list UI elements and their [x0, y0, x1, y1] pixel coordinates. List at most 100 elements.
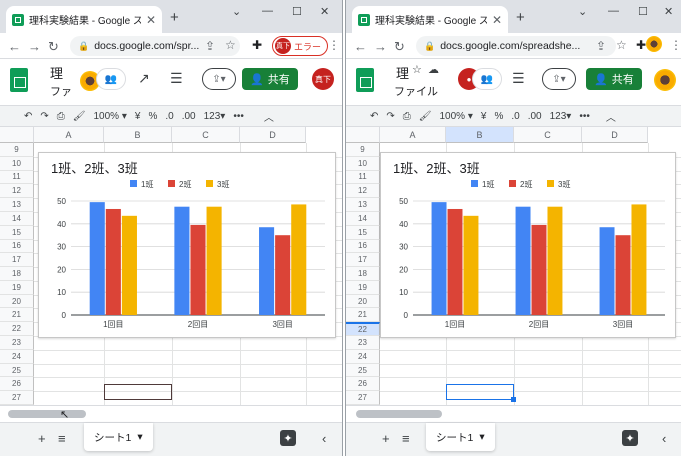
puzzle-icon[interactable]: ✚ — [252, 38, 262, 52]
plus-icon[interactable]: + — [516, 9, 525, 26]
column-header[interactable]: B — [104, 127, 172, 143]
maximize-icon[interactable]: ☐ — [292, 5, 302, 18]
paint-format-icon[interactable]: 🖌 — [419, 111, 432, 122]
all-sheets-icon[interactable]: ≡ — [402, 431, 410, 446]
sheet-grid[interactable]: A B C D 9 10 11 12 13 14 15 16 17 18 19 20 21 22 23 24 25 26 2… — [0, 127, 342, 406]
print-icon[interactable]: ⎙ — [403, 111, 411, 122]
sheets-logo-icon[interactable] — [356, 68, 374, 92]
share-button[interactable]: 👤 共有 — [586, 68, 642, 90]
share-button[interactable]: 👤 共有 — [242, 68, 298, 90]
comment-history-button[interactable]: 👥 — [472, 68, 502, 90]
row-header[interactable]: 19 — [0, 280, 34, 295]
redo-icon[interactable]: ↷ — [40, 111, 48, 122]
column-header[interactable]: D — [240, 127, 306, 143]
window-close-icon[interactable]: ✕ — [664, 5, 673, 18]
chevron-down-icon[interactable]: ⌄ — [578, 5, 587, 18]
row-header[interactable]: 17 — [346, 253, 380, 268]
zoom-select[interactable]: 100% ▾ — [439, 111, 472, 122]
plus-icon[interactable]: + — [170, 9, 179, 26]
row-header[interactable]: 16 — [0, 239, 34, 254]
number-format-button[interactable]: 123▾ — [204, 111, 226, 122]
row-header[interactable]: 24 — [346, 349, 380, 364]
row-header[interactable]: 24 — [0, 349, 34, 364]
paint-format-icon[interactable]: 🖌 — [73, 111, 86, 122]
row-header[interactable]: 18 — [0, 267, 34, 281]
profile-error-button[interactable]: 真下 エラー — [272, 36, 329, 56]
row-header[interactable]: 27 — [0, 391, 34, 405]
minimize-icon[interactable]: — — [608, 5, 619, 17]
row-header[interactable]: 21 — [346, 308, 380, 323]
undo-icon[interactable]: ↶ — [24, 111, 32, 122]
more-icon[interactable]: ••• — [233, 111, 244, 122]
doc-title[interactable]: 理 — [50, 63, 63, 82]
column-header[interactable]: D — [582, 127, 648, 143]
row-header[interactable]: 20 — [346, 294, 380, 309]
url-field[interactable]: 🔒 docs.google.com/spreadshe... — [416, 36, 616, 56]
star-icon[interactable]: ☆ — [225, 38, 236, 52]
comment-history-button[interactable]: 👥 — [96, 68, 126, 90]
share-page-icon[interactable]: ⇪ — [596, 39, 606, 53]
star-icon[interactable]: ☆ — [616, 38, 627, 52]
row-header[interactable]: 13 — [0, 198, 34, 212]
row-header[interactable]: 21 — [0, 308, 34, 323]
window-close-icon[interactable]: ✕ — [320, 5, 329, 18]
row-header[interactable]: 25 — [0, 363, 34, 378]
forward-arrow-icon[interactable]: → — [28, 39, 41, 54]
row-header[interactable]: 16 — [346, 239, 380, 254]
back-arrow-icon[interactable]: ← — [354, 39, 367, 54]
doc-title[interactable]: 理 — [396, 63, 409, 82]
share-page-icon[interactable]: ⇪ — [205, 39, 215, 53]
decimal-decrease-button[interactable]: .0 — [511, 111, 519, 122]
puzzle-icon[interactable]: ✚ — [636, 38, 646, 52]
row-header[interactable]: 22 — [0, 322, 34, 337]
decimal-decrease-button[interactable]: .0 — [165, 111, 173, 122]
row-header[interactable]: 20 — [0, 294, 34, 309]
browser-tab[interactable]: 理科実験結果 - Google スプレッドシ ✕ — [6, 6, 162, 33]
sheet-tab[interactable]: シート1 ▾ — [84, 423, 153, 451]
row-header[interactable]: 27 — [346, 391, 380, 405]
more-icon[interactable]: ••• — [579, 111, 590, 122]
add-sheet-icon[interactable]: + — [382, 431, 390, 446]
row-header[interactable]: 14 — [346, 211, 380, 226]
chevron-up-icon[interactable]: ︿ — [606, 109, 616, 124]
decimal-increase-button[interactable]: .00 — [528, 111, 542, 122]
currency-button[interactable]: ¥ — [135, 111, 141, 122]
selected-cell[interactable] — [104, 384, 172, 400]
chevron-down-icon[interactable]: ⌄ — [232, 5, 241, 18]
minimize-icon[interactable]: — — [262, 5, 273, 17]
row-header[interactable]: 15 — [346, 225, 380, 240]
zoom-select[interactable]: 100% ▾ — [93, 111, 126, 122]
row-header[interactable]: 12 — [0, 184, 34, 199]
currency-button[interactable]: ¥ — [481, 111, 487, 122]
redo-icon[interactable]: ↷ — [386, 111, 394, 122]
row-header[interactable]: 10 — [346, 156, 380, 171]
explore-icon[interactable]: ✦ — [622, 430, 638, 446]
close-icon[interactable]: ✕ — [146, 13, 156, 27]
explore-icon[interactable]: ✦ — [280, 430, 296, 446]
row-header[interactable]: 22 — [346, 322, 380, 337]
row-header[interactable]: 13 — [346, 198, 380, 212]
horizontal-scrollbar[interactable] — [346, 405, 681, 422]
account-avatar[interactable]: 真下 — [312, 68, 334, 90]
row-header[interactable]: 10 — [0, 156, 34, 171]
sheet-grid[interactable]: A B C D 9 10 11 12 13 14 15 16 17 18 19 20 21 22 23 24 25 26 2… — [346, 127, 681, 406]
kebab-menu-icon[interactable]: ⋮ — [328, 38, 340, 52]
column-header[interactable]: A — [380, 127, 446, 143]
add-sheet-icon[interactable]: + — [38, 431, 46, 446]
row-header[interactable]: 11 — [0, 170, 34, 185]
row-header[interactable]: 9 — [0, 143, 34, 157]
browser-tab[interactable]: 理科実験結果 - Google スプレッドシ ✕ — [352, 6, 508, 33]
decimal-increase-button[interactable]: .00 — [182, 111, 196, 122]
menu-file[interactable]: ファイル — [394, 83, 438, 99]
row-header[interactable]: 18 — [346, 267, 380, 281]
row-header[interactable]: 23 — [346, 336, 380, 350]
trend-icon[interactable]: ↗ — [138, 70, 150, 87]
star-icon[interactable]: ☆ — [412, 63, 422, 76]
scroll-thumb[interactable] — [8, 410, 86, 418]
row-header[interactable]: 11 — [346, 170, 380, 185]
collapse-icon[interactable]: ‹ — [662, 431, 666, 446]
collapse-icon[interactable]: ‹ — [322, 431, 326, 446]
maximize-icon[interactable]: ☐ — [638, 5, 648, 18]
reload-icon[interactable]: ↻ — [394, 39, 405, 55]
present-button[interactable]: ⇪▾ — [202, 68, 236, 90]
